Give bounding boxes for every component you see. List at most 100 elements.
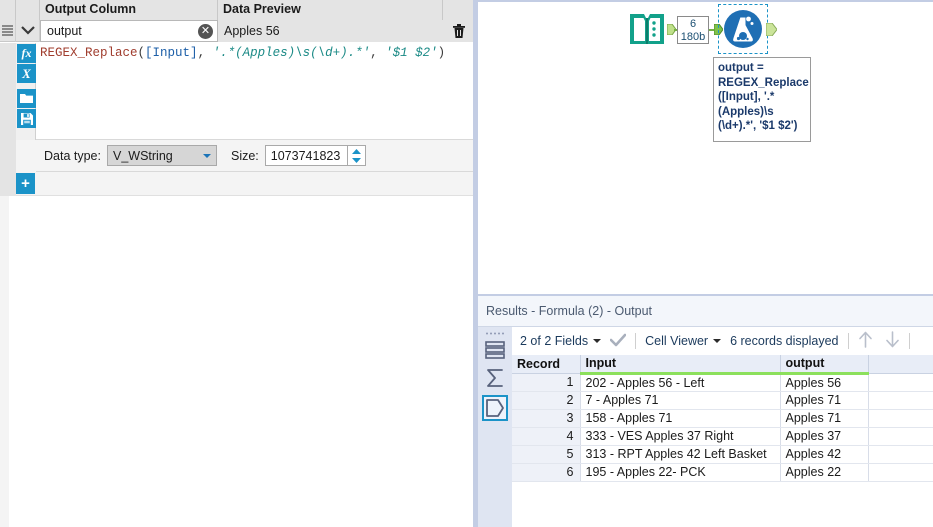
formula-token-open-paren: ( <box>137 46 146 60</box>
results-panel: Results - Formula (2) - Output 2 of 2 Fi… <box>478 294 933 527</box>
arrow-up-glyph <box>858 331 872 348</box>
app-root: Output Column Data Preview ✕ <box>0 0 933 527</box>
data-type-row: Data type: V_WString Size: 1073741823 <box>0 139 473 172</box>
cell-filler <box>868 373 933 392</box>
results-table-icon[interactable] <box>482 337 508 363</box>
arrow-down-glyph <box>885 331 899 348</box>
add-field-row: + <box>0 172 473 196</box>
table-rows-glyph <box>485 341 505 359</box>
records-displayed-text: 6 records displayed <box>730 334 839 348</box>
chevron-down-icon <box>202 153 211 158</box>
cell-output[interactable]: Apples 37 <box>780 427 869 446</box>
formula-token-comma-2: , <box>370 46 386 60</box>
drag-grip-glyph <box>2 25 13 36</box>
formula-node[interactable] <box>723 9 763 49</box>
cell-input[interactable]: 313 - RPT Apples 42 Left Basket <box>580 445 781 464</box>
header-output-column: Output Column <box>40 0 218 20</box>
toolbar-separator-2 <box>847 333 849 349</box>
records-displayed-label: 6 records displayed <box>730 334 838 348</box>
chevron-down-icon[interactable] <box>713 339 722 343</box>
results-data-icon[interactable] <box>482 395 508 421</box>
fx-glyph: fx <box>21 46 32 60</box>
annotation-line-3: ([Input], '.* <box>718 91 775 103</box>
output-column-field-wrap[interactable]: ✕ <box>40 19 218 42</box>
folder-glyph <box>20 94 33 103</box>
table-row[interactable]: 3 158 - Apples 71 Apples 71 <box>512 409 933 428</box>
book-icon <box>627 9 667 49</box>
fields-selector[interactable]: 2 of 2 Fields <box>520 334 602 348</box>
cell-output[interactable]: Apples 71 <box>780 391 869 410</box>
workflow-canvas[interactable]: 6 180b output = REGEX_Replace ([Input], … <box>478 0 933 294</box>
table-body: 1 202 - Apples 56 - Left Apples 56 2 7 -… <box>512 373 933 482</box>
config-field-row: ✕ Apples 56 <box>0 19 473 42</box>
cell-input[interactable]: 333 - VES Apples 37 Right <box>580 427 781 446</box>
column-header-filler <box>868 355 933 374</box>
results-sum-icon[interactable] <box>482 365 508 391</box>
size-input[interactable]: 1073741823 <box>264 145 348 166</box>
size-stepper[interactable] <box>347 145 366 166</box>
cell-input[interactable]: 195 - Apples 22- PCK <box>580 463 781 482</box>
cell-output[interactable]: Apples 56 <box>780 373 869 392</box>
floppy-glyph <box>20 112 33 125</box>
text-input-node[interactable] <box>627 9 667 49</box>
connection-record-count: 6 <box>689 18 697 30</box>
fx-icon[interactable]: fx <box>17 44 36 63</box>
output-anchor-formula[interactable] <box>765 22 778 37</box>
results-data-grid[interactable]: Record Input output 1 202 - Apples 56 - … <box>512 355 933 527</box>
view-mode-label: Cell Viewer <box>645 334 709 348</box>
variable-icon[interactable]: X <box>17 64 36 83</box>
table-row[interactable]: 5 313 - RPT Apples 42 Left Basket Apples… <box>512 445 933 464</box>
cell-record: 6 <box>512 463 581 482</box>
folder-open-icon[interactable] <box>17 89 36 108</box>
anchor-arrow-icon <box>765 22 778 37</box>
results-title-bar[interactable]: Results - Formula (2) - Output <box>478 294 933 327</box>
table-row[interactable]: 2 7 - Apples 71 Apples 71 <box>512 391 933 410</box>
add-field-button[interactable]: + <box>16 173 35 194</box>
column-header-record[interactable]: Record <box>512 355 581 374</box>
results-table: Record Input output 1 202 - Apples 56 - … <box>512 355 933 482</box>
arrow-down-icon[interactable] <box>885 331 900 351</box>
table-row[interactable]: 1 202 - Apples 56 - Left Apples 56 <box>512 373 933 392</box>
cell-record: 1 <box>512 373 581 392</box>
config-panel-empty-area <box>0 196 473 527</box>
toolbar-separator-3 <box>908 333 910 349</box>
cell-input[interactable]: 7 - Apples 71 <box>580 391 781 410</box>
column-header-input[interactable]: Input <box>580 355 781 375</box>
formula-token-close-paren: ) <box>437 46 446 60</box>
variable-glyph: X <box>22 65 31 81</box>
header-chevron-col <box>16 0 40 20</box>
toolbar-separator-1 <box>635 333 637 349</box>
header-gutter <box>0 0 16 20</box>
cell-filler <box>868 391 933 410</box>
annotation-line-4: (Apples)\s <box>718 105 774 118</box>
cell-input[interactable]: 202 - Apples 56 - Left <box>580 373 781 392</box>
fields-count-label: 2 of 2 Fields <box>520 334 589 348</box>
save-floppy-icon[interactable] <box>17 109 36 128</box>
add-rail <box>0 172 16 196</box>
formula-expression[interactable]: REGEX_Replace([Input], '.*(Apples)\s(\d+… <box>40 45 465 61</box>
data-type-select[interactable]: V_WString <box>106 145 217 166</box>
arrow-up-icon[interactable] <box>858 331 873 351</box>
cell-input[interactable]: 158 - Apples 71 <box>580 409 781 428</box>
drag-grip-icon[interactable] <box>0 19 16 42</box>
output-column-input[interactable] <box>41 21 191 40</box>
trash-glyph <box>453 23 465 38</box>
view-mode-selector[interactable]: Cell Viewer <box>645 334 722 348</box>
table-row[interactable]: 6 195 - Apples 22- PCK Apples 22 <box>512 463 933 482</box>
cell-output[interactable]: Apples 22 <box>780 463 869 482</box>
table-row[interactable]: 4 333 - VES Apples 37 Right Apples 37 <box>512 427 933 446</box>
trash-icon[interactable] <box>445 19 473 42</box>
cell-output[interactable]: Apples 42 <box>780 445 869 464</box>
cell-output[interactable]: Apples 71 <box>780 409 869 428</box>
header-actions-col <box>443 0 473 20</box>
chevron-down-icon[interactable] <box>16 19 40 42</box>
data-preview-value: Apples 56 <box>218 19 445 42</box>
clear-circle-icon[interactable]: ✕ <box>198 23 213 39</box>
column-header-output[interactable]: output <box>780 355 869 375</box>
stepper-arrows-glyph <box>351 148 361 163</box>
chevron-down-icon[interactable] <box>593 339 602 343</box>
header-data-preview: Data Preview <box>218 0 443 20</box>
checkmark-icon[interactable] <box>609 333 627 350</box>
annotation-line-2: REGEX_Replace <box>718 76 809 89</box>
datatype-rail <box>0 139 16 172</box>
